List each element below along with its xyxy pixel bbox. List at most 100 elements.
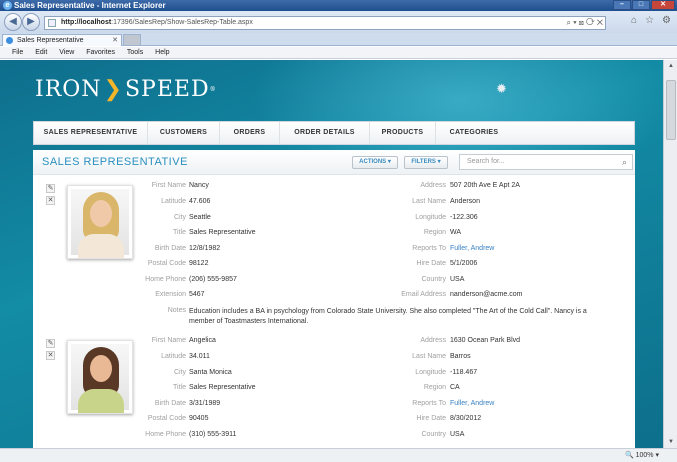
menu-bar: File Edit View Favorites Tools Help — [0, 47, 677, 59]
nav-order-details[interactable]: ORDER DETAILS — [280, 122, 370, 144]
value-notes: Education includes a BA in psychology fr… — [189, 308, 587, 325]
minimize-button[interactable]: – — [613, 0, 631, 10]
value-first-name: Nancy — [189, 182, 209, 189]
rep-photo — [67, 340, 133, 414]
maximize-button[interactable]: □ — [632, 0, 650, 10]
value-city: Seattle — [189, 214, 211, 221]
value-latitude: 47.606 — [189, 198, 211, 205]
edit-icon[interactable]: ✎ — [46, 339, 55, 348]
tab-row: Sales Representative ✕ — [0, 33, 677, 46]
value-hire-date: 8/30/2012 — [450, 415, 482, 422]
menu-favorites[interactable]: Favorites — [86, 49, 115, 56]
logo-text-right: SPEED — [124, 77, 210, 102]
label-address: Address — [420, 337, 446, 344]
tab-sales-representative[interactable]: Sales Representative ✕ — [2, 34, 122, 46]
close-window-button[interactable]: ✕ — [651, 0, 675, 10]
filters-label: FILTERS — [411, 159, 436, 165]
menu-edit[interactable]: Edit — [35, 49, 47, 56]
nav-customers[interactable]: CUSTOMERS — [148, 122, 220, 144]
home-icon[interactable]: ⌂ — [631, 15, 637, 26]
settings-gear-icon[interactable]: ⚙ — [662, 15, 671, 26]
label-region: Region — [423, 384, 446, 391]
nav-sales-representative[interactable]: SALES REPRESENTATIVE — [34, 122, 148, 144]
value-address: 507 20th Ave E Apt 2A — [450, 182, 520, 189]
iron-speed-logo[interactable]: IRON❯SPEED® — [35, 76, 217, 104]
scroll-up-icon[interactable]: ▲ — [665, 60, 677, 72]
vertical-scrollbar[interactable]: ▲ ▼ — [663, 60, 677, 448]
edit-icon[interactable]: ✎ — [46, 184, 55, 193]
zoom-value: 100% — [635, 452, 654, 459]
menu-view[interactable]: View — [59, 49, 74, 56]
delete-icon[interactable]: ✕ — [46, 351, 55, 360]
nav-orders[interactable]: ORDERS — [220, 122, 280, 144]
caret-down-icon: ▾ — [387, 159, 391, 165]
logo-text-left: IRON — [35, 77, 102, 102]
tab-favicon-icon — [6, 37, 13, 44]
zoom-level[interactable]: 🔍 100% ▾ — [625, 451, 659, 459]
nav-products[interactable]: PRODUCTS — [370, 122, 436, 144]
search-input[interactable]: Search for... ⌕ — [459, 154, 633, 170]
label-longitude: Longitude — [415, 369, 446, 376]
label-reports-to: Reports To — [412, 400, 446, 407]
label-country: Country — [421, 276, 446, 283]
menu-file[interactable]: File — [12, 49, 23, 56]
label-title: Title — [173, 229, 186, 236]
menu-help[interactable]: Help — [155, 49, 169, 56]
address-path: :17396/SalesRep/Show-SalesRep-Table.aspx — [111, 19, 253, 26]
tab-close-icon[interactable]: ✕ — [112, 35, 118, 46]
label-hire-date: Hire Date — [416, 260, 446, 267]
label-home-phone: Home Phone — [145, 431, 186, 438]
favorites-star-icon[interactable]: ☆ — [645, 15, 654, 26]
search-icon[interactable]: ⌕ — [622, 155, 627, 169]
label-region: Region — [423, 229, 446, 236]
value-last-name: Anderson — [450, 198, 480, 205]
label-birth-date: Birth Date — [154, 400, 186, 407]
label-birth-date: Birth Date — [154, 245, 186, 252]
record-row: ✎ ✕ First Name Nancy Latitude 47.606 Cit… — [33, 180, 635, 330]
label-city: City — [173, 214, 186, 221]
label-postal-code: Postal Code — [147, 415, 186, 422]
address-bar[interactable]: http://localhost:17396/SalesRep/Show-Sal… — [44, 16, 606, 30]
rep-photo — [67, 185, 133, 259]
value-region: CA — [450, 384, 460, 391]
address-tools[interactable]: ⌕ ▾ ⊠ ⟳ ✕ — [567, 17, 604, 29]
value-longitude: -122.306 — [450, 214, 478, 221]
value-home-phone: (310) 555-3911 — [189, 431, 237, 438]
forward-button[interactable]: ▶ — [22, 13, 40, 31]
value-title: Sales Representative — [189, 384, 256, 391]
label-latitude: Latitude — [161, 198, 186, 205]
label-latitude: Latitude — [161, 353, 186, 360]
label-longitude: Longitude — [415, 214, 446, 221]
filters-button[interactable]: FILTERS ▾ — [404, 156, 448, 169]
nav-categories[interactable]: CATEGORIES — [436, 122, 512, 144]
actions-button[interactable]: ACTIONS ▾ — [352, 156, 398, 169]
status-bar: 🔍 100% ▾ — [0, 448, 677, 462]
zoom-icon: 🔍 — [624, 452, 634, 459]
link-reports-to[interactable]: Fuller, Andrew — [450, 245, 494, 252]
back-button[interactable]: ◀ — [4, 13, 22, 31]
browser-navbar: ◀ ▶ http://localhost:17396/SalesRep/Show… — [0, 11, 677, 33]
ie-logo-icon: e — [3, 1, 12, 10]
label-address: Address — [420, 182, 446, 189]
new-tab-button[interactable] — [123, 34, 141, 46]
value-city: Santa Monica — [189, 369, 232, 376]
delete-icon[interactable]: ✕ — [46, 196, 55, 205]
label-title: Title — [173, 384, 186, 391]
page-settings-gear-icon[interactable]: ✹ — [496, 81, 507, 97]
value-postal-code: 98122 — [189, 260, 209, 267]
label-first-name: First Name — [151, 182, 186, 189]
scroll-down-icon[interactable]: ▼ — [665, 436, 677, 448]
window-titlebar: e Sales Representative - Internet Explor… — [0, 0, 677, 11]
label-notes: Notes — [167, 307, 186, 314]
value-latitude: 34.011 — [189, 353, 210, 360]
record-row: ✎ ✕ First Name Angelica Latitude 34.011 … — [33, 335, 635, 448]
page-icon — [48, 19, 56, 27]
scroll-thumb[interactable] — [666, 80, 676, 140]
actions-label: ACTIONS — [359, 159, 387, 165]
address-host: http://localhost — [61, 19, 112, 26]
search-placeholder: Search for... — [467, 158, 505, 165]
tab-label: Sales Representative — [17, 37, 84, 44]
menu-tools[interactable]: Tools — [127, 49, 143, 56]
link-reports-to[interactable]: Fuller, Andrew — [450, 400, 494, 407]
panel-title: SALES REPRESENTATIVE — [42, 156, 188, 168]
